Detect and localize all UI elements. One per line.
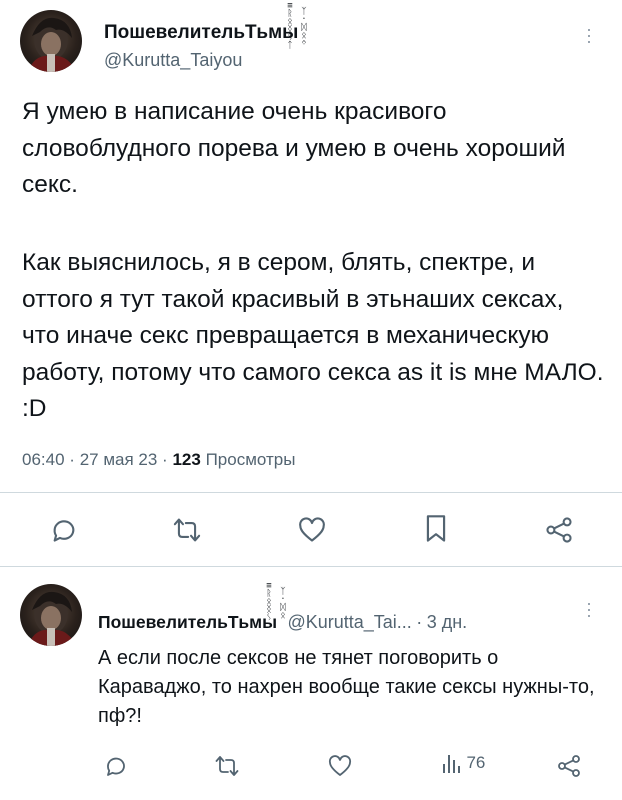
reply-views-count: 76 (466, 753, 486, 772)
reply-retweet-icon[interactable] (214, 754, 240, 778)
author-name-part1: Пошевелитель (104, 22, 246, 43)
divider (0, 492, 622, 493)
comment-icon[interactable] (50, 516, 78, 544)
reply-author-avatar[interactable] (20, 584, 82, 646)
reply-author-name[interactable]: ПошевелительТьмы (98, 612, 277, 632)
like-icon[interactable] (298, 517, 326, 543)
reply-comment-icon[interactable] (104, 754, 128, 778)
views-icon (442, 752, 462, 774)
retweet-icon[interactable] (172, 516, 202, 544)
tweet-time[interactable]: 06:40 (22, 450, 65, 469)
reply-age[interactable]: 3 дн. (427, 612, 467, 632)
bookmark-icon[interactable] (424, 514, 448, 544)
meta-separator: · (162, 450, 168, 469)
reply-views[interactable]: 76 (442, 752, 485, 774)
reply-more-options-icon[interactable]: · · · (584, 594, 594, 624)
tweet-date[interactable]: 27 мая 23 (80, 450, 158, 469)
views-count: 123 (172, 450, 201, 469)
views-label[interactable]: Просмотры (206, 450, 296, 469)
tweet-meta: 06:40 · 27 мая 23 · 123 Просмотры (22, 450, 295, 470)
more-options-icon[interactable]: · · · (584, 20, 594, 50)
author-avatar[interactable] (20, 10, 82, 72)
decorative-glyphs: ≡ ᚱ ᛟ ᛝ ᛊ ᛏ (287, 1, 293, 51)
decorative-glyphs: ᛉ ᛫ ᛞ ᛟ ᛜ (301, 7, 307, 49)
reply-author-handle[interactable]: @Kurutta_Tai... (287, 612, 411, 632)
tweet-text-paragraph-2: Как выяснилось, я в сером, блять, спектр… (22, 249, 604, 422)
reply-text: А если после сексов не тянет поговорить … (98, 647, 595, 727)
meta-separator: · (69, 450, 75, 469)
reply-author-name-part1: Пошевелитель (98, 612, 228, 632)
meta-separator: · (416, 612, 423, 632)
decorative-glyphs: ≡ ᚱ ᛟ ᛝ ᛊ (266, 581, 272, 623)
reply-like-icon[interactable] (328, 755, 352, 777)
reply-share-icon[interactable] (556, 754, 582, 778)
author-name[interactable]: ПошевелительТьмы (104, 22, 298, 44)
tweet-text-paragraph-1: Я умею в написание очень красивого слово… (22, 98, 566, 198)
author-handle[interactable]: @Kurutta_Taiyou (104, 50, 242, 71)
share-icon[interactable] (544, 516, 574, 544)
divider (0, 566, 622, 567)
decorative-glyphs: ᛉ ᛫ ᛞ ᛟ (280, 587, 286, 621)
